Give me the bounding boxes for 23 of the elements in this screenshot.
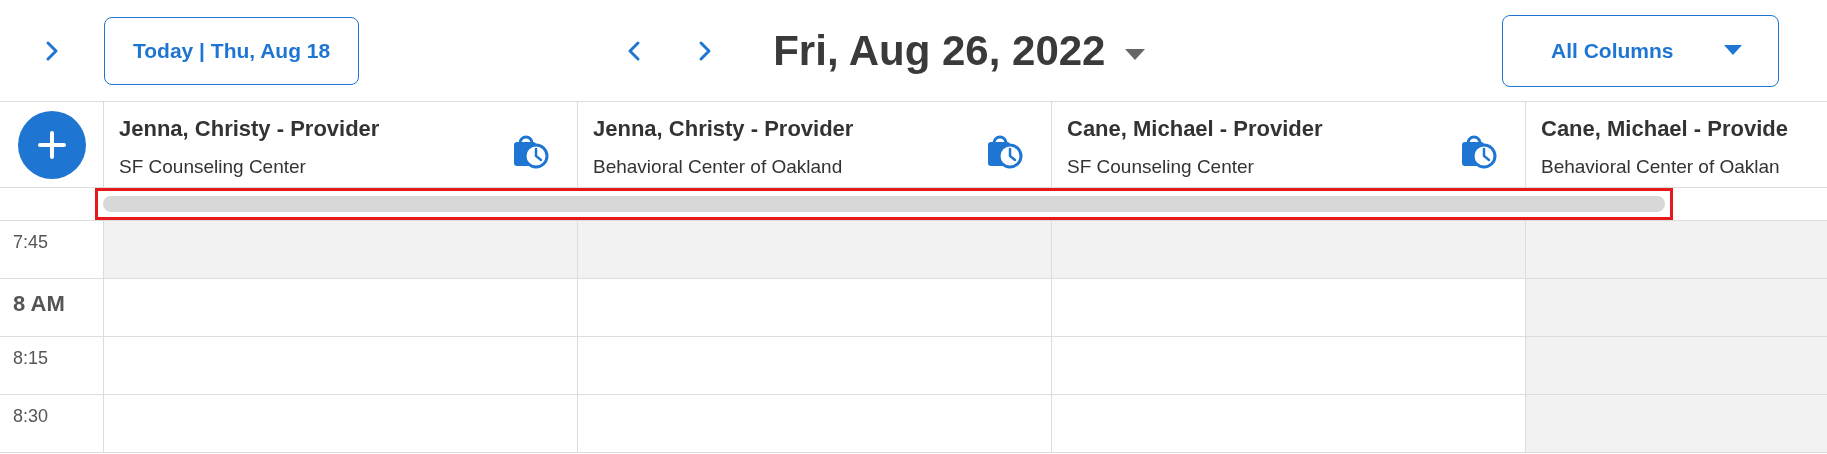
time-slot[interactable] xyxy=(578,221,1052,278)
location-name: Behavioral Center of Oakland xyxy=(593,155,844,179)
time-label: 8:15 xyxy=(13,348,49,368)
today-button[interactable]: Today | Thu, Aug 18 xyxy=(104,16,360,85)
date-title: Fri, Aug 26, 2022 xyxy=(773,26,1106,76)
provider-name: Cane, Michael - Provider xyxy=(1067,115,1323,143)
location-name: SF Counseling Center xyxy=(119,155,307,179)
caret-icon[interactable] xyxy=(1125,48,1146,61)
columns-select[interactable]: All Columns xyxy=(1502,14,1779,87)
provider-name: Cane, Michael - Provide xyxy=(1541,115,1788,143)
expand-chevron-icon[interactable] xyxy=(44,39,60,62)
provider-name: Jenna, Christy - Provider xyxy=(119,115,380,143)
time-label: 7:45 xyxy=(13,232,49,252)
location-name: SF Counseling Center xyxy=(1067,155,1255,179)
time-slot[interactable] xyxy=(104,221,578,278)
horizontal-scrollbar[interactable] xyxy=(103,196,1665,212)
location-name: Behavioral Center of Oaklan xyxy=(1541,155,1781,179)
time-label: 8 AM xyxy=(13,291,65,316)
provider-name: Jenna, Christy - Provider xyxy=(593,115,854,143)
plus-icon xyxy=(37,130,66,159)
time-label: 8:30 xyxy=(13,406,49,426)
caret-icon xyxy=(1724,45,1742,56)
time-slot[interactable] xyxy=(1052,221,1526,278)
